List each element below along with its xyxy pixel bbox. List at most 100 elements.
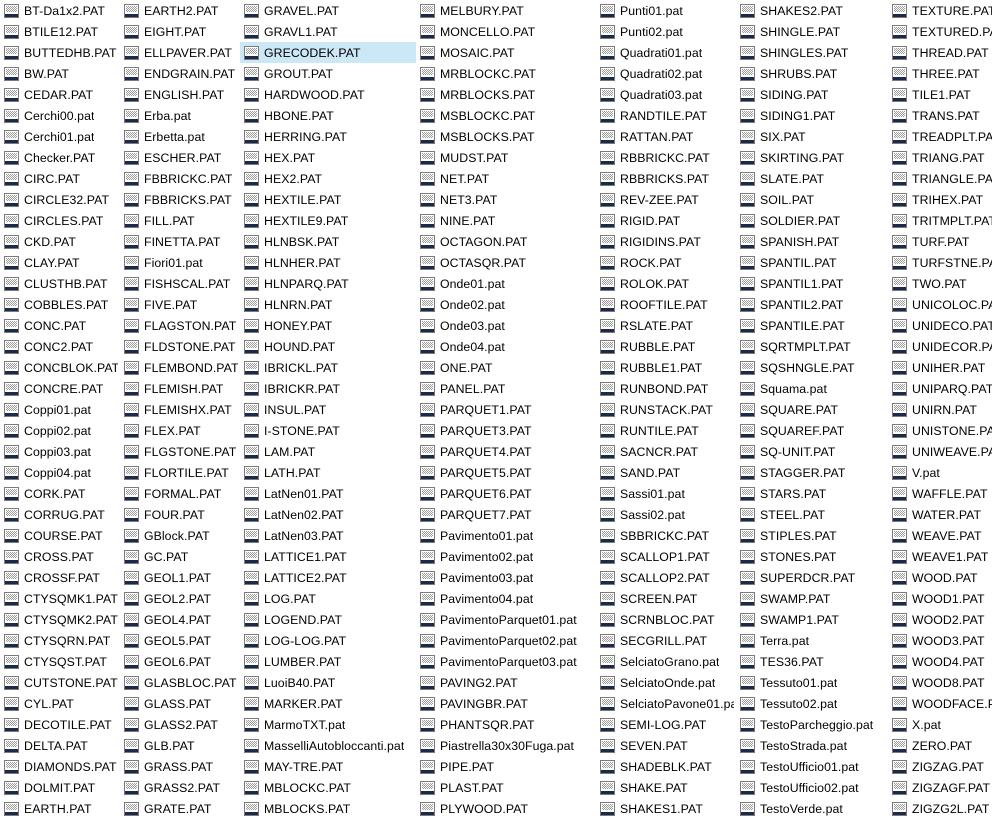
list-item[interactable]: SCALLOP1.PAT [596, 546, 736, 567]
list-item[interactable]: WOOD8.PAT [888, 672, 994, 693]
list-item[interactable]: Pavimento04.pat [416, 588, 596, 609]
list-item[interactable]: ZIGZAG.PAT [888, 756, 994, 777]
list-item[interactable]: IBRICKL.PAT [240, 357, 416, 378]
list-item[interactable]: Pavimento02.pat [416, 546, 596, 567]
list-item[interactable]: LatNen03.PAT [240, 525, 416, 546]
list-item[interactable]: Erba.pat [120, 105, 240, 126]
list-item[interactable]: SPANTILE.PAT [736, 315, 888, 336]
list-item[interactable]: I-STONE.PAT [240, 420, 416, 441]
list-item[interactable]: FLEX.PAT [120, 420, 240, 441]
list-item[interactable]: GEOL5.PAT [120, 630, 240, 651]
list-item[interactable]: GEOL6.PAT [120, 651, 240, 672]
list-item[interactable]: CKD.PAT [0, 231, 120, 252]
list-item[interactable]: RUNTILE.PAT [596, 420, 736, 441]
list-item[interactable]: GROUT.PAT [240, 63, 416, 84]
list-item[interactable]: Onde02.pat [416, 294, 596, 315]
list-item[interactable]: BW.PAT [0, 63, 120, 84]
list-item[interactable]: LUMBER.PAT [240, 651, 416, 672]
list-item[interactable]: FORMAL.PAT [120, 483, 240, 504]
list-item[interactable]: CROSSF.PAT [0, 567, 120, 588]
list-item[interactable]: ZIGZAGF.PAT [888, 777, 994, 798]
list-item[interactable]: RANDTILE.PAT [596, 105, 736, 126]
list-item[interactable]: UNIDECO.PAT [888, 315, 994, 336]
list-item[interactable]: ONE.PAT [416, 357, 596, 378]
list-item[interactable]: LOG-LOG.PAT [240, 630, 416, 651]
list-item[interactable]: LAM.PAT [240, 441, 416, 462]
list-item[interactable]: FIVE.PAT [120, 294, 240, 315]
list-item[interactable]: Coppi01.pat [0, 399, 120, 420]
list-item[interactable]: TILE1.PAT [888, 84, 994, 105]
file-list-view[interactable]: BT-Da1x2.PAT BTILE12.PAT BUTTEDHB.PAT BW.PA… [0, 0, 994, 832]
list-item[interactable]: UNISTONE.PAT [888, 420, 994, 441]
list-item[interactable]: SHAKES2.PAT [736, 0, 888, 21]
list-item[interactable]: ZIGZG2L.PAT [888, 798, 994, 819]
list-item[interactable]: GLASBLOC.PAT [120, 672, 240, 693]
list-item[interactable]: GEOL1.PAT [120, 567, 240, 588]
list-item[interactable]: DIAMONDS.PAT [0, 756, 120, 777]
list-item[interactable]: SCALLOP2.PAT [596, 567, 736, 588]
list-item[interactable]: TRANS.PAT [888, 105, 994, 126]
list-item[interactable]: HLNHER.PAT [240, 252, 416, 273]
list-item[interactable]: HEXTILE9.PAT [240, 210, 416, 231]
list-item[interactable]: BTILE12.PAT [0, 21, 120, 42]
list-item[interactable]: Fiori01.pat [120, 252, 240, 273]
list-item[interactable]: X.pat [888, 714, 994, 735]
list-item[interactable]: SHADEBLK.PAT [596, 756, 736, 777]
list-item[interactable]: TestoUfficio02.pat [736, 777, 888, 798]
list-item[interactable]: OCTAGON.PAT [416, 231, 596, 252]
list-item[interactable]: FLDSTONE.PAT [120, 336, 240, 357]
list-item[interactable]: TRIANGLE.PAT [888, 168, 994, 189]
list-item[interactable]: SACNCR.PAT [596, 441, 736, 462]
list-item[interactable]: EARTH2.PAT [120, 0, 240, 21]
list-item[interactable]: RUBBLE.PAT [596, 336, 736, 357]
list-item[interactable]: CIRCLE32.PAT [0, 189, 120, 210]
list-item[interactable]: STONES.PAT [736, 546, 888, 567]
list-item[interactable]: FISHSCAL.PAT [120, 273, 240, 294]
list-item[interactable]: UNIWEAVE.PAT [888, 441, 994, 462]
list-item[interactable]: UNIPARQ.PAT [888, 378, 994, 399]
list-item[interactable]: THREAD.PAT [888, 42, 994, 63]
list-item[interactable]: SHINGLES.PAT [736, 42, 888, 63]
list-item[interactable]: WOOD1.PAT [888, 588, 994, 609]
list-item[interactable]: MARKER.PAT [240, 693, 416, 714]
list-item[interactable]: FLEMISHX.PAT [120, 399, 240, 420]
list-item[interactable]: PANEL.PAT [416, 378, 596, 399]
list-item[interactable]: WEAVE.PAT [888, 525, 994, 546]
list-item[interactable]: ENDGRAIN.PAT [120, 63, 240, 84]
list-item[interactable]: CIRCLES.PAT [0, 210, 120, 231]
list-item[interactable]: SBBRICKC.PAT [596, 525, 736, 546]
list-item[interactable]: LuoiB40.PAT [240, 672, 416, 693]
list-item[interactable]: RSLATE.PAT [596, 315, 736, 336]
list-item[interactable]: MUDST.PAT [416, 147, 596, 168]
list-item[interactable]: Onde01.pat [416, 273, 596, 294]
list-item[interactable]: FOUR.PAT [120, 504, 240, 525]
list-item[interactable]: TRIANG.PAT [888, 147, 994, 168]
list-item[interactable]: PARQUET1.PAT [416, 399, 596, 420]
list-item[interactable]: FINETTA.PAT [120, 231, 240, 252]
list-item[interactable]: Quadrati02.pat [596, 63, 736, 84]
list-item[interactable]: Erbetta.pat [120, 126, 240, 147]
list-item[interactable]: SIDING1.PAT [736, 105, 888, 126]
list-item[interactable]: Squama.pat [736, 378, 888, 399]
list-item[interactable]: GBlock.PAT [120, 525, 240, 546]
list-item[interactable]: ROOFTILE.PAT [596, 294, 736, 315]
list-item[interactable]: PARQUET5.PAT [416, 462, 596, 483]
list-item[interactable]: SQUARE.PAT [736, 399, 888, 420]
list-item[interactable]: SIDING.PAT [736, 84, 888, 105]
list-item[interactable]: GLB.PAT [120, 735, 240, 756]
list-item[interactable]: RUNSTACK.PAT [596, 399, 736, 420]
list-item[interactable]: UNICOLOC.PAT [888, 294, 994, 315]
list-item[interactable]: CLUSTHB.PAT [0, 273, 120, 294]
list-item[interactable]: TRIHEX.PAT [888, 189, 994, 210]
list-item[interactable]: WEAVE1.PAT [888, 546, 994, 567]
list-item[interactable]: HLNPARQ.PAT [240, 273, 416, 294]
list-item[interactable]: SCRNBLOC.PAT [596, 609, 736, 630]
list-item[interactable]: SQRTMPLT.PAT [736, 336, 888, 357]
list-item[interactable]: ZERO.PAT [888, 735, 994, 756]
list-item[interactable]: Onde04.pat [416, 336, 596, 357]
list-item[interactable]: CONCBLOK.PAT [0, 357, 120, 378]
list-item[interactable]: SPANTIL2.PAT [736, 294, 888, 315]
list-item[interactable]: Punti01.pat [596, 0, 736, 21]
list-item[interactable]: COBBLES.PAT [0, 294, 120, 315]
list-item[interactable]: GRECODEK.PAT [240, 42, 416, 63]
